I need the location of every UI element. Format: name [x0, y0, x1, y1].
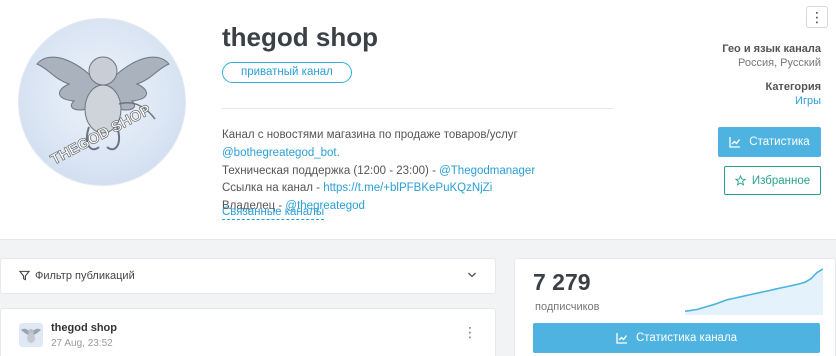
channel-invite-link[interactable]: https://t.me/+blPFBKePuKQzNjZi [323, 182, 492, 194]
category-block: Категория Игры [765, 81, 821, 107]
post-author[interactable]: thegod shop [51, 322, 117, 334]
chart-icon [616, 332, 627, 344]
post-item: thegod shop 27 Aug, 23:52 ⋮ [0, 308, 496, 356]
geo-value: Россия, Русский [738, 57, 821, 69]
description-text: Канал с новостями магазина по продаже то… [222, 129, 518, 141]
geo-language-block: Гео и язык канала Россия, Русский [722, 43, 821, 69]
filter-label: Фильтр публикаций [35, 270, 135, 282]
channel-title: thegod shop [222, 22, 378, 52]
channel-statistics-button[interactable]: Статистика канала [533, 323, 820, 353]
channel-statistics-button-label: Статистика канала [635, 332, 738, 344]
channel-avatar: THEGOD SHOP [18, 18, 186, 186]
chart-icon [729, 136, 741, 148]
statistics-button[interactable]: Статистика [718, 127, 821, 157]
filter-icon [19, 270, 30, 281]
divider [222, 108, 614, 109]
post-more-button[interactable]: ⋮ [463, 325, 477, 339]
private-channel-badge: приватный канал [222, 62, 352, 83]
subscriber-trend-sparkline [685, 268, 823, 315]
geo-label: Гео и язык канала [722, 43, 821, 55]
favorite-button-label: Избранное [751, 174, 811, 187]
more-menu-button[interactable]: ⋮ [806, 6, 828, 28]
post-date: 27 Aug, 23:52 [51, 338, 113, 349]
post-avatar [19, 323, 43, 347]
category-label: Категория [765, 81, 821, 93]
channel-description: Канал с новостями магазина по продаже то… [222, 127, 622, 216]
category-link[interactable]: Игры [765, 95, 821, 107]
subscriber-label: подписчиков [535, 301, 600, 313]
bot-link[interactable]: @bothegreategod_bot. [222, 147, 340, 159]
star-icon [734, 175, 746, 186]
related-channels-link[interactable]: Связанные каналы [222, 206, 325, 220]
subscribers-card: 7 279 подписчиков Статистика канала [514, 258, 836, 356]
subscriber-count: 7 279 [533, 269, 591, 295]
chevron-down-icon [468, 272, 476, 278]
favorite-button[interactable]: Избранное [724, 166, 821, 195]
support-link[interactable]: @Thegodmanager [439, 165, 535, 177]
publication-filter[interactable]: Фильтр публикаций [0, 258, 496, 294]
channel-header: THEGOD SHOP ⋮ thegod shop приватный кана… [0, 0, 836, 240]
statistics-button-label: Статистика [749, 136, 810, 148]
description-text: Техническая поддержка (12:00 - 23:00) - [222, 164, 440, 177]
sparkline-area [685, 269, 823, 315]
description-text: Ссылка на канал - [222, 182, 324, 195]
